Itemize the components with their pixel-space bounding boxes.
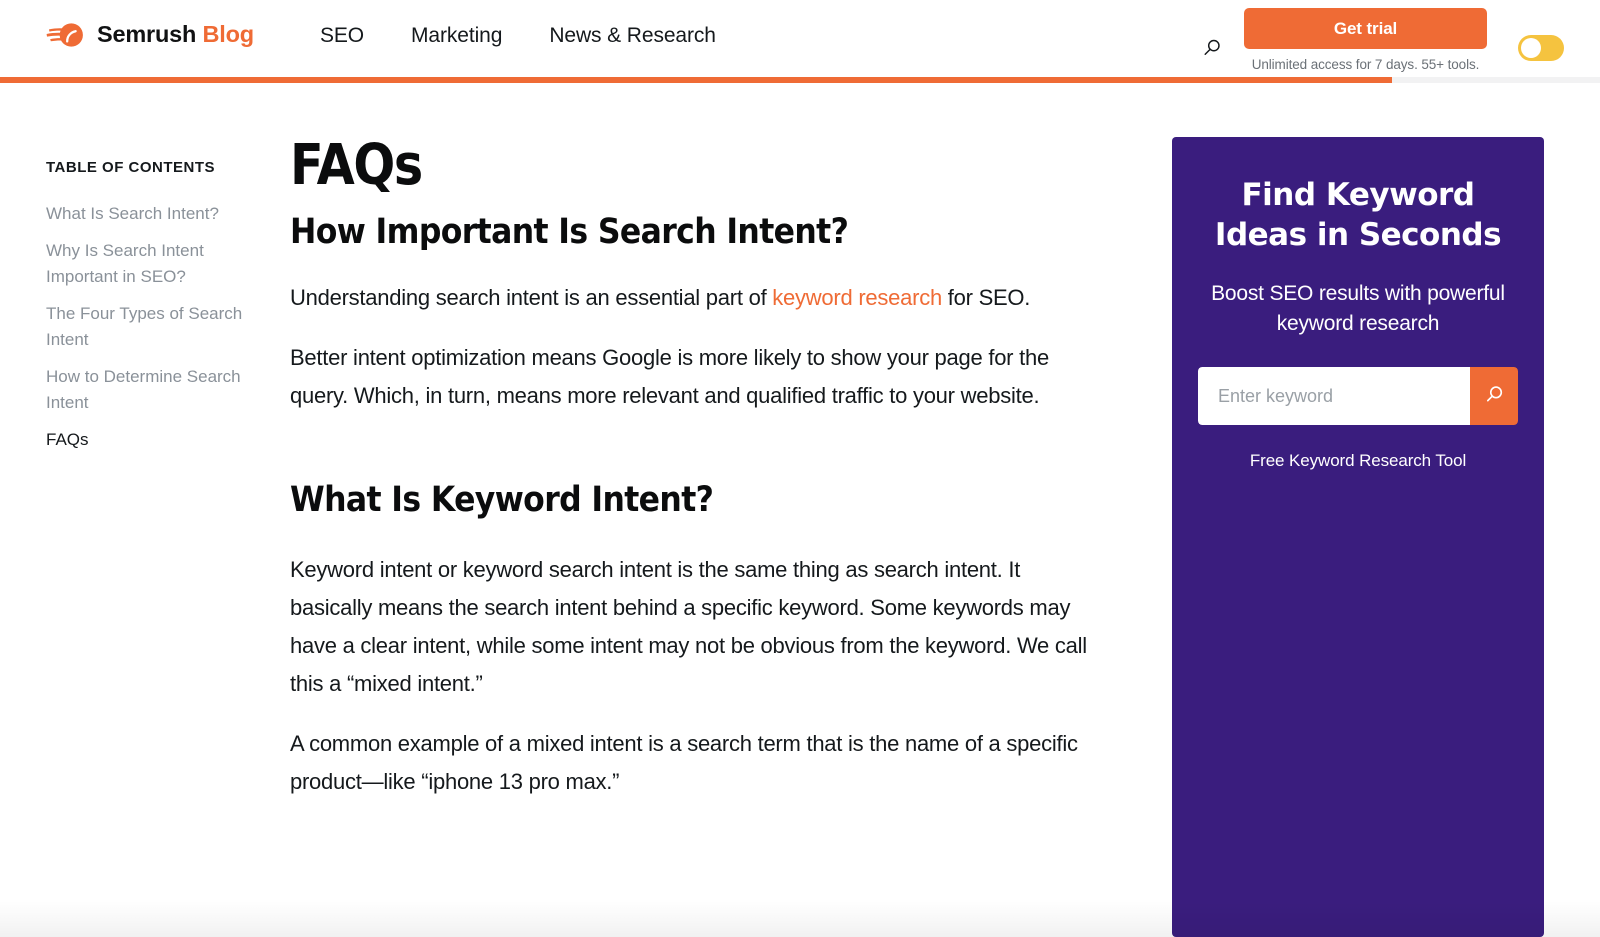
brand-wordmark: Semrush Blog: [97, 23, 254, 47]
toc-item-why-is-search-intent-important[interactable]: Why Is Search Intent Important in SEO?: [46, 238, 261, 290]
get-trial-button[interactable]: Get trial: [1244, 8, 1487, 49]
keyword-search-submit-button[interactable]: [1470, 367, 1518, 425]
brand-name: Semrush: [97, 21, 197, 48]
paragraph-search-intent-essential: Understanding search intent is an essent…: [290, 279, 1090, 317]
search-icon: [1483, 383, 1506, 409]
page-title: FAQs: [290, 133, 423, 198]
toc-item-what-is-search-intent[interactable]: What Is Search Intent?: [46, 201, 261, 227]
get-trial-caption: Unlimited access for 7 days. 55+ tools.: [1251, 57, 1480, 72]
paragraph-text-after: for SEO.: [941, 284, 1031, 310]
theme-toggle-switch[interactable]: [1518, 35, 1564, 61]
keyword-search-input[interactable]: [1198, 367, 1470, 425]
nav-item-marketing[interactable]: Marketing: [411, 25, 502, 46]
paragraph-mixed-intent-example: A common example of a mixed intent is a …: [290, 730, 1078, 794]
primary-navigation: SEO Marketing News & Research: [320, 25, 716, 46]
toc-item-four-types-of-search-intent[interactable]: The Four Types of Search Intent: [46, 301, 261, 353]
promo-search-form: [1198, 367, 1518, 425]
table-of-contents: TABLE OF CONTENTS What Is Search Intent?…: [0, 83, 290, 937]
paragraph-better-intent-optimization: Better intent optimization means Google …: [290, 344, 1049, 408]
toggle-knob: [1521, 38, 1541, 58]
promo-subtitle: Boost SEO results with powerful keyword …: [1211, 282, 1505, 335]
get-trial-block: Get trial Unlimited access for 7 days. 5…: [1244, 8, 1487, 72]
paragraph-text-before: Understanding search intent is an essent…: [290, 284, 773, 310]
section-heading-what-is-keyword-intent: What Is Keyword Intent?: [290, 479, 714, 520]
semrush-comet-icon: [46, 22, 84, 48]
sidebar-promo-area: Find Keyword Ideas in Seconds Boost SEO …: [1120, 83, 1600, 937]
toc-heading: TABLE OF CONTENTS: [46, 159, 216, 176]
toc-item-how-to-determine-search-intent[interactable]: How to Determine Search Intent: [46, 364, 261, 416]
header-search-button[interactable]: [1192, 29, 1232, 69]
paragraph-keyword-intent-definition: Keyword intent or keyword search intent …: [290, 556, 1087, 696]
site-header: Semrush Blog SEO Marketing News & Resear…: [0, 0, 1600, 83]
article-content: FAQs How Important Is Search Intent? Und…: [290, 83, 1120, 937]
promo-title: Find Keyword Ideas in Seconds: [1214, 177, 1502, 253]
nav-item-seo[interactable]: SEO: [320, 25, 364, 46]
nav-item-news-research[interactable]: News & Research: [549, 25, 716, 46]
link-keyword-research[interactable]: keyword research: [772, 285, 942, 310]
free-keyword-research-tool-link[interactable]: Free Keyword Research Tool: [1250, 451, 1466, 471]
page-body: TABLE OF CONTENTS What Is Search Intent?…: [0, 83, 1600, 937]
header-actions: Get trial Unlimited access for 7 days. 5…: [1192, 8, 1564, 72]
toc-list: What Is Search Intent? Why Is Search Int…: [46, 201, 290, 453]
brand-logo-link[interactable]: Semrush Blog: [46, 22, 254, 48]
section-heading-how-important-is-search-intent: How Important Is Search Intent?: [290, 211, 849, 252]
toc-item-faqs[interactable]: FAQs: [46, 427, 261, 453]
brand-section: Blog: [202, 21, 255, 48]
search-icon: [1201, 37, 1223, 62]
keyword-ideas-promo-card: Find Keyword Ideas in Seconds Boost SEO …: [1172, 137, 1544, 937]
